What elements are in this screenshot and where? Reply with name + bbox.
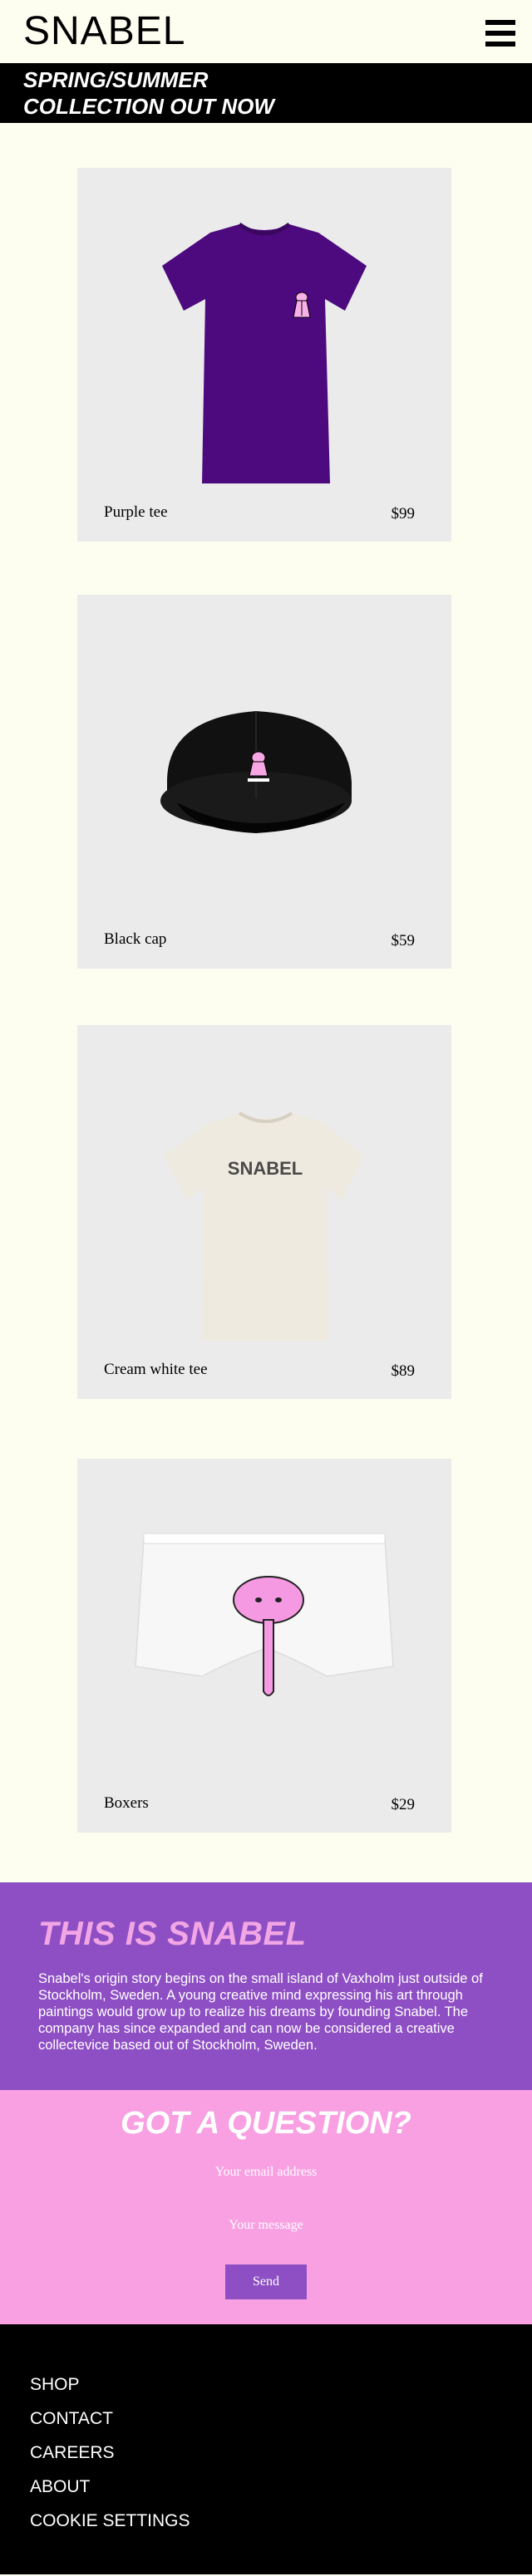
cream-tshirt-image: SNABEL xyxy=(164,1111,364,1341)
purple-tshirt-image xyxy=(162,222,367,483)
product-price: $99 xyxy=(391,505,416,523)
email-field[interactable] xyxy=(116,2158,416,2186)
product-card-cream-white-tee[interactable]: SNABEL Cream white tee $89 xyxy=(77,1025,451,1399)
product-card-black-cap[interactable]: Black cap $59 xyxy=(77,595,451,969)
product-name: Black cap xyxy=(104,930,167,948)
site-header: SNABEL xyxy=(0,0,532,63)
hamburger-menu-icon[interactable] xyxy=(485,20,515,47)
menu-bar xyxy=(485,31,515,36)
product-name: Cream white tee xyxy=(104,1361,208,1378)
boxers-image xyxy=(135,1533,394,1696)
product-name: Boxers xyxy=(104,1794,149,1812)
footer-link-careers[interactable]: CAREERS xyxy=(30,2436,532,2470)
contact-section: GOT A QUESTION? Send xyxy=(0,2090,532,2324)
product-card-purple-tee[interactable]: Purple tee $99 xyxy=(77,168,451,542)
collection-banner[interactable]: SPRING/SUMMER COLLECTION OUT NOW xyxy=(0,63,532,123)
menu-bar xyxy=(485,42,515,47)
product-name: Purple tee xyxy=(104,503,168,521)
footer-link-contact[interactable]: CONTACT xyxy=(30,2402,532,2436)
product-price: $29 xyxy=(391,1796,416,1813)
footer-link-shop[interactable]: SHOP xyxy=(30,2367,532,2402)
contact-title: GOT A QUESTION? xyxy=(121,2106,411,2141)
product-card-boxers[interactable]: Boxers $29 xyxy=(77,1459,451,1833)
shirt-print-text: SNABEL xyxy=(228,1158,303,1179)
about-text: Snabel's origin story begins on the smal… xyxy=(38,1971,483,2053)
banner-line-2: COLLECTION OUT NOW xyxy=(23,94,274,119)
site-logo[interactable]: SNABEL xyxy=(23,12,185,52)
banner-line-1: SPRING/SUMMER xyxy=(23,67,209,92)
product-list: Purple tee $99 Black cap $59 SNABEL Crea… xyxy=(0,123,532,1882)
menu-bar xyxy=(485,20,515,25)
message-field[interactable] xyxy=(116,2211,416,2240)
footer-link-cookie-settings[interactable]: COOKIE SETTINGS xyxy=(30,2504,532,2538)
site-footer: SHOP CONTACT CAREERS ABOUT COOKIE SETTIN… xyxy=(0,2324,532,2574)
send-button[interactable]: Send xyxy=(225,2264,307,2299)
black-cap-image xyxy=(160,711,352,833)
product-price: $59 xyxy=(391,932,416,949)
product-price: $89 xyxy=(391,1362,416,1380)
about-section: THIS IS SNABEL Snabel's origin story beg… xyxy=(0,1882,532,2090)
footer-link-about[interactable]: ABOUT xyxy=(30,2470,532,2504)
about-title: THIS IS SNABEL xyxy=(38,1916,307,1952)
